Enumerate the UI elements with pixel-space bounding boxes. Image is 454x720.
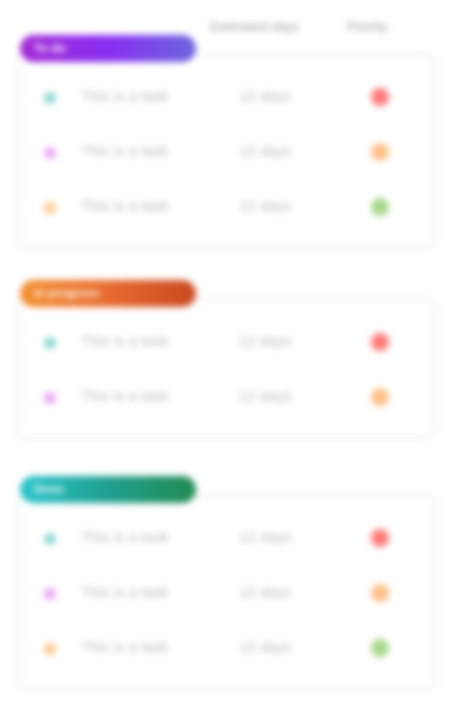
task-days: 12 days [239,88,292,105]
priority-flag-icon[interactable] [371,333,389,351]
priority-flag-icon[interactable] [371,529,389,547]
priority-flag-icon[interactable] [371,584,389,602]
status-dot-icon [44,392,56,404]
status-dot-icon [44,533,56,545]
status-dot-icon [44,92,56,104]
task-row[interactable]: This is a task 12 days [19,513,433,568]
task-name: This is a task [81,88,169,105]
task-row[interactable]: This is a task 12 days [19,182,433,237]
task-days: 12 days [239,388,292,405]
group-card: This is a task 12 days This is a task 12… [18,496,434,688]
task-days: 12 days [239,584,292,601]
column-header-estimate: Estimated days [210,19,299,34]
task-name: This is a task [81,639,169,656]
group-label-0[interactable]: To do [20,35,196,62]
task-name: This is a task [81,198,169,215]
priority-flag-icon[interactable] [371,88,389,106]
task-row[interactable]: This is a task 12 days [19,568,433,623]
task-row[interactable]: This is a task 12 days [19,317,433,372]
task-row[interactable]: This is a task 12 days [19,623,433,678]
task-name: This is a task [81,143,169,160]
task-board: Estimated days Priority To do This is a … [0,0,454,720]
task-days: 12 days [239,198,292,215]
task-row[interactable]: This is a task 12 days [19,372,433,427]
task-days: 12 days [239,529,292,546]
group-label-1[interactable]: In progress [20,280,196,307]
group-card: This is a task 12 days This is a task 12… [18,300,434,437]
priority-flag-icon[interactable] [371,143,389,161]
task-days: 12 days [239,333,292,350]
task-name: This is a task [81,388,169,405]
task-days: 12 days [239,639,292,656]
column-header-priority: Priority [347,19,388,34]
group-card: This is a task 12 days This is a task 12… [18,55,434,247]
status-dot-icon [44,147,56,159]
status-dot-icon [44,588,56,600]
status-dot-icon [44,337,56,349]
task-name: This is a task [81,333,169,350]
task-name: This is a task [81,584,169,601]
priority-flag-icon[interactable] [371,639,389,657]
task-row[interactable]: This is a task 12 days [19,127,433,182]
group-label-2[interactable]: Done [20,476,196,503]
priority-flag-icon[interactable] [371,198,389,216]
task-row[interactable]: This is a task 12 days [19,72,433,127]
task-days: 12 days [239,143,292,160]
status-dot-icon [44,202,56,214]
priority-flag-icon[interactable] [371,388,389,406]
status-dot-icon [44,643,56,655]
task-name: This is a task [81,529,169,546]
